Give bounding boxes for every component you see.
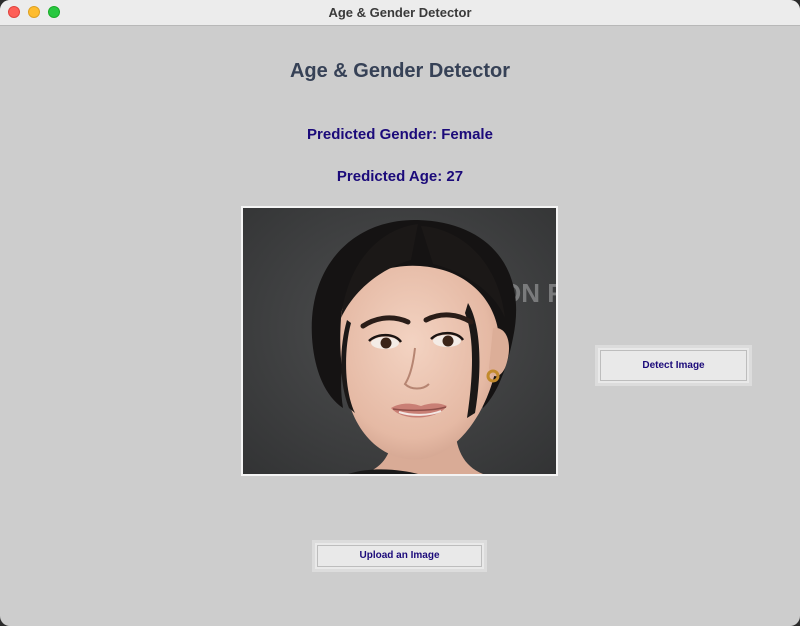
title-bar: Age & Gender Detector: [0, 0, 800, 26]
upload-image-button[interactable]: Upload an Image: [312, 540, 487, 572]
uploaded-face-image: ON R: [241, 206, 558, 476]
detect-image-button[interactable]: Detect Image: [595, 345, 752, 386]
face-photo-illustration: ON R: [243, 208, 556, 474]
app-window: Age & Gender Detector Age & Gender Detec…: [0, 0, 800, 626]
predicted-age-label: Predicted Age: 27: [336, 168, 464, 185]
page-heading: Age & Gender Detector: [289, 60, 511, 82]
window-title: Age & Gender Detector: [328, 5, 472, 20]
predicted-gender-label: Predicted Gender: Female: [307, 126, 493, 143]
